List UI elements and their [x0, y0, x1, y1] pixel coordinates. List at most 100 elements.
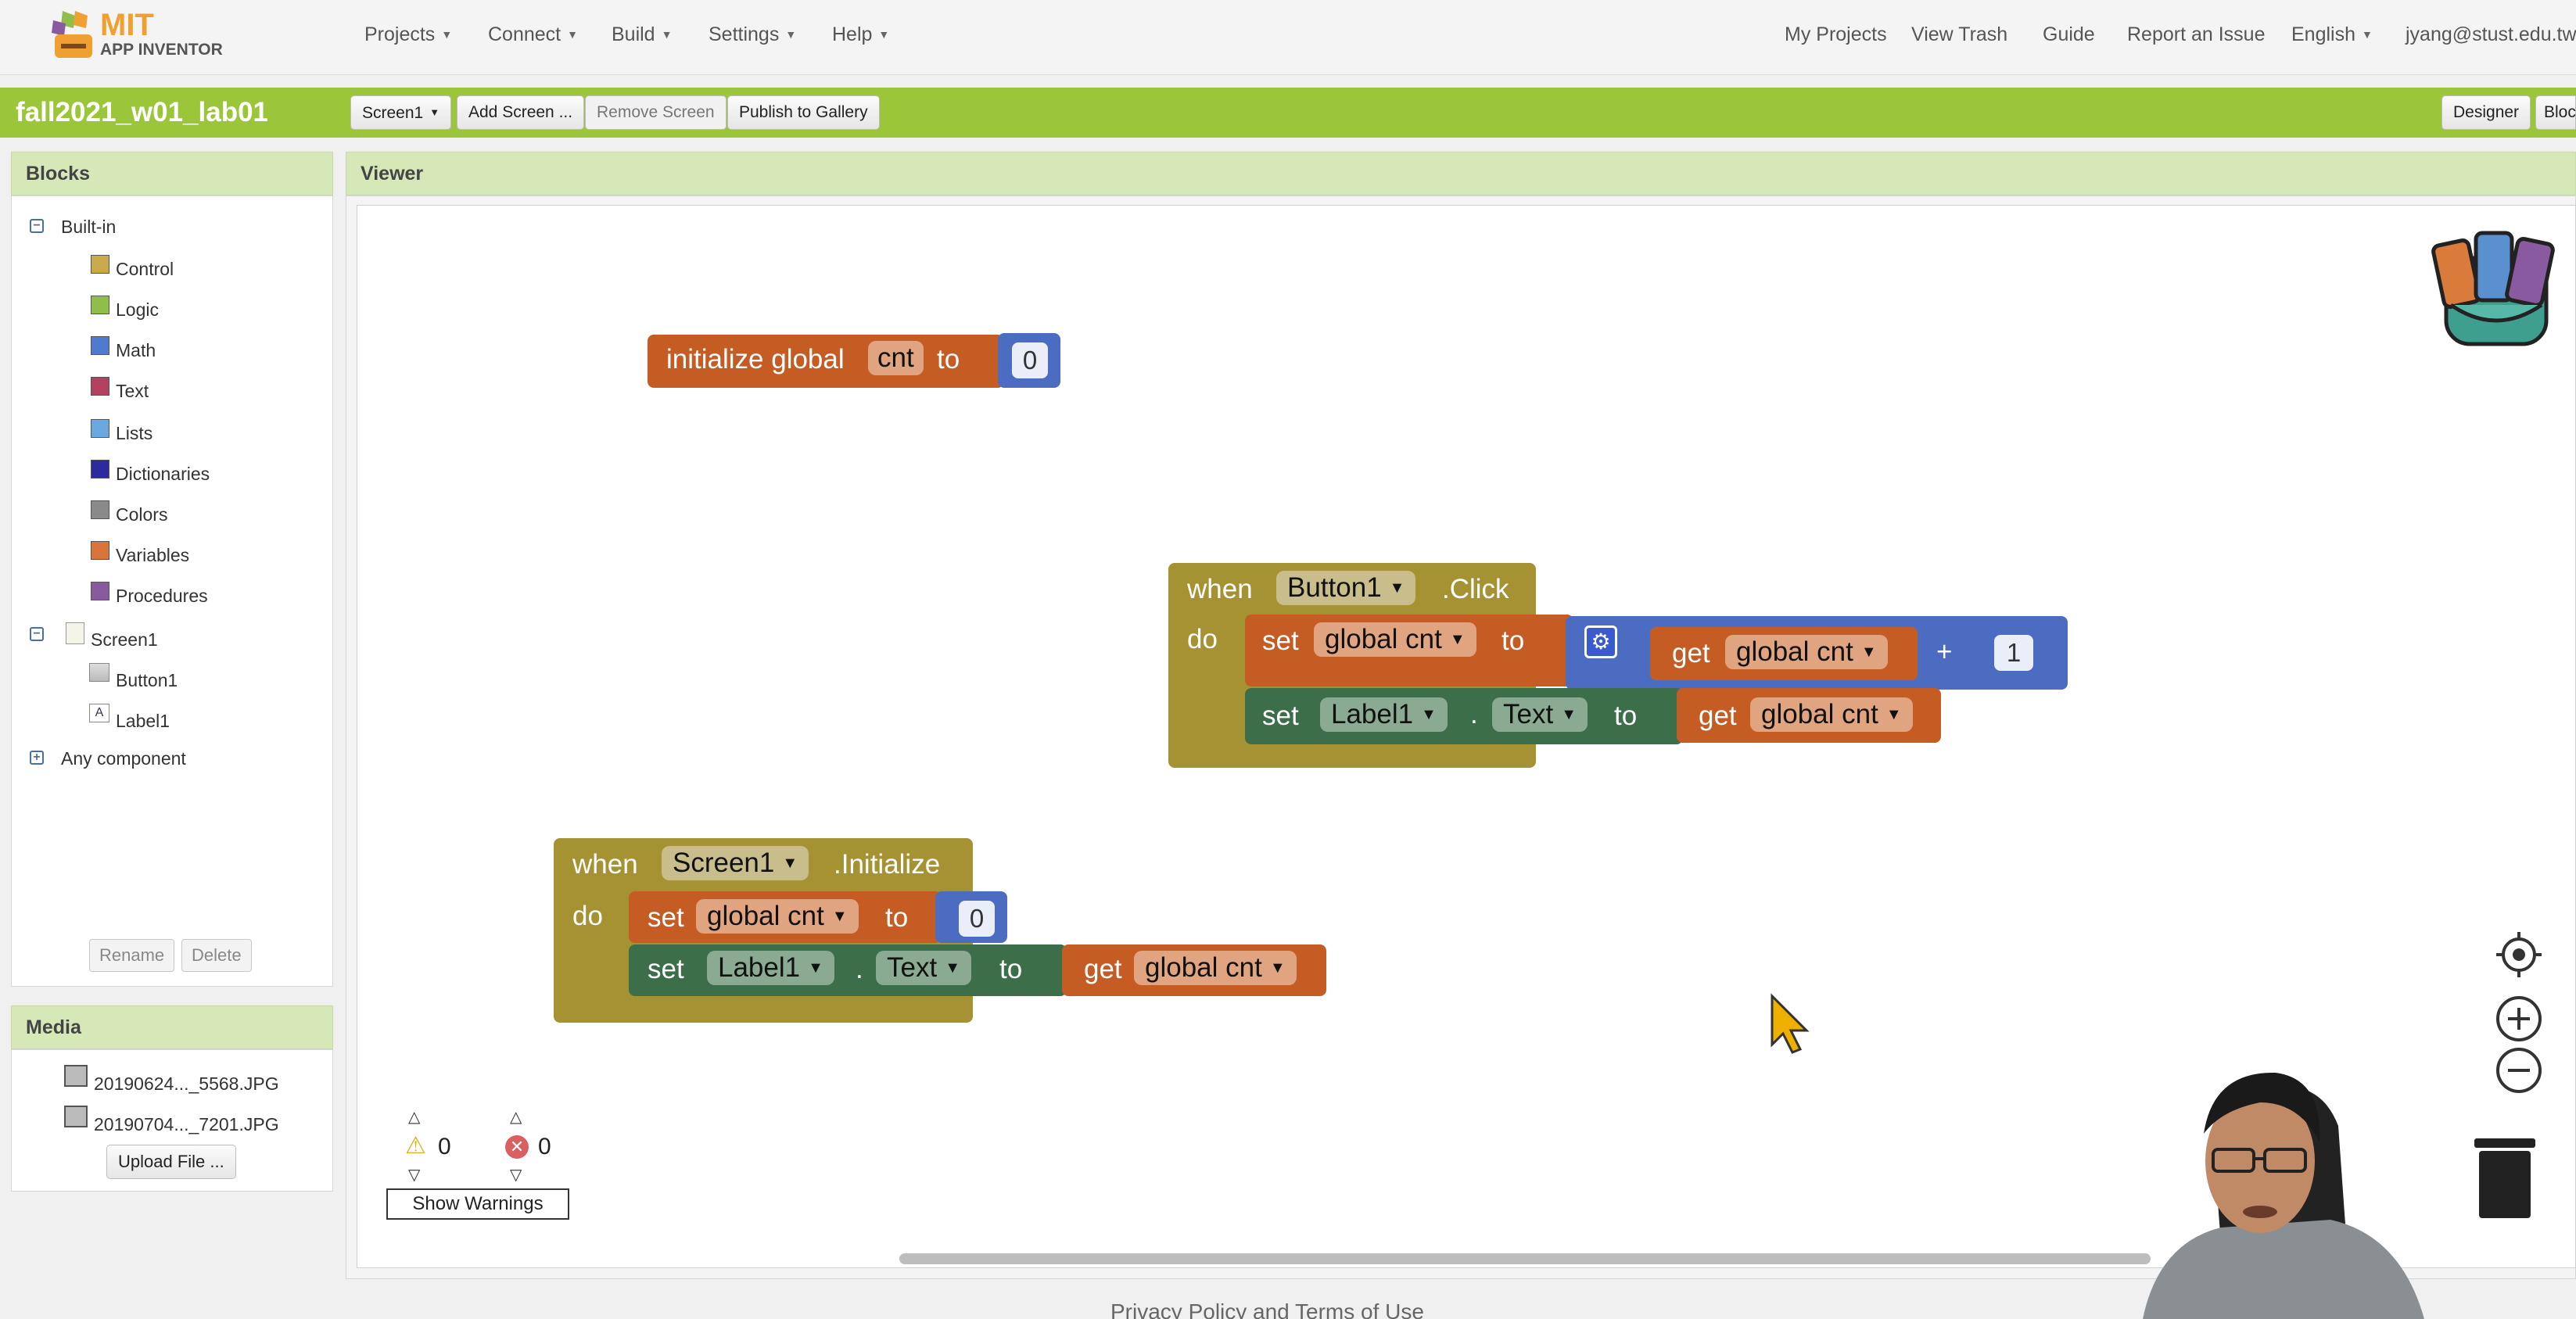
click-get-var-dropdown[interactable]: global cnt ▼ [1725, 635, 1888, 669]
initialize-set1-var-dropdown[interactable]: global cnt ▼ [696, 899, 859, 934]
plus-operator: + [1936, 636, 1953, 667]
click-get2-var-label: global cnt [1761, 699, 1878, 729]
media-file-2[interactable]: 20190704..._7201.JPG [94, 1113, 279, 1135]
webcam-presenter-image [2143, 1072, 2424, 1319]
click-get2-var-dropdown[interactable]: global cnt ▼ [1750, 697, 1913, 732]
dropdown-arrow-icon: ▼ [1389, 579, 1405, 597]
initialize-component-label: Screen1 [673, 848, 775, 878]
drawer-math[interactable]: Math [116, 339, 156, 361]
click-event-label: .Click [1442, 574, 1509, 604]
media-file-1[interactable]: 20190624..._5568.JPG [94, 1073, 279, 1095]
dropdown-arrow-icon: ▼ [782, 855, 798, 872]
recenter-icon[interactable] [2495, 930, 2543, 979]
click-set1-var-label: global cnt [1325, 624, 1442, 654]
blocks-editor-button[interactable]: Bloc [2535, 95, 2576, 130]
screen-select-button[interactable]: Screen1 ▼ [350, 95, 452, 130]
blocks-panel-header: Blocks [11, 152, 333, 195]
error-up-arrow-icon[interactable]: △ [510, 1107, 522, 1127]
delete-button[interactable]: Delete [181, 939, 252, 972]
expand-icon[interactable]: + [30, 751, 44, 765]
click-set2-comp-dropdown[interactable]: Label1 ▼ [1320, 697, 1448, 732]
image-file-icon [64, 1106, 88, 1127]
control-swatch-icon [91, 255, 109, 274]
click-num-value[interactable]: 1 [1994, 635, 2033, 671]
drawer-lists[interactable]: Lists [116, 422, 152, 444]
initialize-component-dropdown[interactable]: Screen1 ▼ [662, 846, 809, 880]
nav-guide[interactable]: Guide [2043, 23, 2095, 46]
drawer-variables[interactable]: Variables [116, 544, 189, 566]
tree-label1[interactable]: Label1 [116, 710, 170, 732]
privacy-policy-link[interactable]: Privacy Policy and Terms of Use [1110, 1299, 1424, 1319]
drawer-control[interactable]: Control [116, 258, 174, 280]
nav-settings-label: Settings [709, 23, 780, 45]
mutator-gear-icon[interactable]: ⚙ [1584, 625, 1617, 658]
initialize-get-var-label: global cnt [1145, 952, 1262, 983]
drawer-text[interactable]: Text [116, 380, 149, 402]
dropdown-arrow-icon: ▼ [1269, 959, 1286, 977]
click-set1-var-dropdown[interactable]: global cnt ▼ [1314, 622, 1476, 657]
designer-button[interactable]: Designer [2441, 95, 2531, 130]
show-warnings-button[interactable]: Show Warnings [386, 1188, 569, 1220]
nav-settings[interactable]: Settings ▼ [709, 23, 796, 46]
click-set1-label: set [1262, 625, 1299, 656]
drawer-logic[interactable]: Logic [116, 299, 159, 321]
nav-connect[interactable]: Connect ▼ [488, 23, 578, 46]
initialize-set1-label: set [648, 902, 684, 933]
tree-any-component[interactable]: Any component [61, 747, 186, 769]
add-screen-button[interactable]: Add Screen ... [457, 95, 585, 130]
click-component-dropdown[interactable]: Button1 ▼ [1276, 571, 1416, 605]
remove-screen-button[interactable]: Remove Screen [585, 95, 727, 130]
init-var-name[interactable]: cnt [868, 341, 924, 375]
publish-gallery-button[interactable]: Publish to Gallery [727, 95, 880, 130]
click-component-label: Button1 [1287, 572, 1382, 603]
mouse-cursor-icon [1771, 993, 1810, 1054]
initialize-prop-label: Text [887, 952, 938, 983]
warning-up-arrow-icon[interactable]: △ [408, 1107, 420, 1127]
drawer-procedures[interactable]: Procedures [116, 585, 208, 607]
initialize-get-var-dropdown[interactable]: global cnt ▼ [1134, 951, 1297, 985]
rename-button[interactable]: Rename [89, 939, 175, 972]
tree-button1[interactable]: Button1 [116, 669, 178, 691]
init-value[interactable]: 0 [1012, 342, 1048, 378]
init-when-label: when [572, 849, 638, 880]
caret-down-icon: ▼ [661, 28, 673, 41]
nav-build[interactable]: Build ▼ [612, 23, 672, 46]
warning-down-arrow-icon[interactable]: ▽ [408, 1165, 420, 1185]
nav-user-account[interactable]: jyang@stust.edu.tw [2406, 23, 2576, 46]
click-get2-label: get [1699, 701, 1737, 731]
initialize-value[interactable]: 0 [959, 901, 995, 937]
colors-swatch-icon [91, 500, 109, 519]
initialize-prop-dropdown[interactable]: Text ▼ [876, 951, 971, 985]
nav-help[interactable]: Help ▼ [832, 23, 889, 46]
procedures-swatch-icon [91, 582, 109, 600]
click-prop-dropdown[interactable]: Text ▼ [1492, 697, 1588, 732]
tree-builtin[interactable]: Built-in [61, 216, 116, 238]
workspace-horizontal-scrollbar[interactable] [899, 1253, 2151, 1264]
collapse-icon[interactable]: − [30, 627, 44, 641]
upload-file-button[interactable]: Upload File ... [106, 1145, 236, 1179]
click-prop-label: Text [1503, 699, 1554, 729]
dropdown-arrow-icon: ▼ [1561, 706, 1577, 723]
initialize-set2-comp-dropdown[interactable]: Label1 ▼ [707, 951, 834, 985]
drawer-colors[interactable]: Colors [116, 504, 167, 525]
init-to-label: to [937, 344, 960, 375]
error-icon: ✕ [505, 1135, 529, 1159]
nav-language[interactable]: English ▼ [2291, 23, 2373, 46]
project-title: fall2021_w01_lab01 [16, 97, 269, 127]
collapse-icon[interactable]: − [30, 219, 44, 233]
drawer-dictionaries[interactable]: Dictionaries [116, 463, 210, 485]
logo-sub-text: APP INVENTOR [100, 41, 223, 59]
nav-view-trash[interactable]: View Trash [1911, 23, 2007, 46]
nav-my-projects[interactable]: My Projects [1785, 23, 1887, 46]
variables-swatch-icon [91, 541, 109, 560]
nav-report-issue[interactable]: Report an Issue [2127, 23, 2266, 46]
error-down-arrow-icon[interactable]: ▽ [510, 1165, 522, 1185]
language-label: English [2291, 23, 2355, 45]
click-set1-to-label: to [1501, 625, 1525, 656]
click-get-var-label: global cnt [1736, 636, 1853, 667]
tree-screen1[interactable]: Screen1 [91, 629, 158, 651]
nav-projects[interactable]: Projects ▼ [364, 23, 452, 46]
caret-down-icon: ▼ [785, 28, 797, 41]
button-component-icon [89, 663, 109, 682]
backpack-icon[interactable] [2427, 227, 2565, 352]
